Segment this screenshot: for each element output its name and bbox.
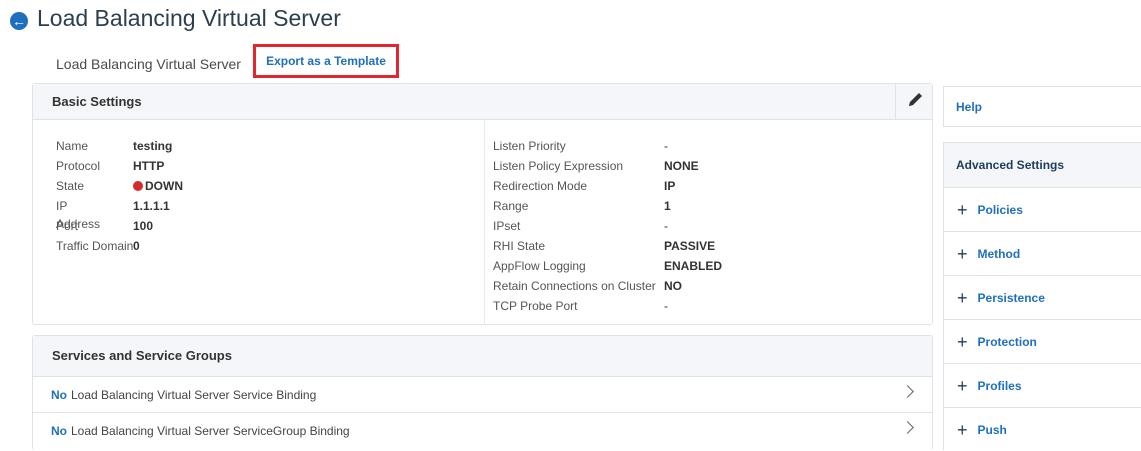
binding-count: No xyxy=(51,424,67,438)
binding-count: No xyxy=(51,388,67,402)
advanced-item-label: Policies xyxy=(977,202,1023,217)
services-header: Services and Service Groups xyxy=(33,336,932,377)
advanced-item-label: Method xyxy=(977,246,1021,261)
chevron-right-icon xyxy=(901,421,914,434)
servicegroup-binding-row[interactable]: No Load Balancing Virtual Server Service… xyxy=(33,412,932,449)
edit-divider xyxy=(895,84,896,119)
kv-value: 0 xyxy=(133,239,140,253)
kv-value: NONE xyxy=(664,159,699,173)
breadcrumb: Load Balancing Virtual Server xyxy=(56,56,241,72)
basic-settings-title: Basic Settings xyxy=(52,94,142,109)
kv-value: ENABLED xyxy=(664,259,723,273)
kv-label: Range xyxy=(493,199,529,213)
advanced-item-label: Persistence xyxy=(977,290,1045,305)
kv-value: PASSIVE xyxy=(664,239,716,253)
kv-label: State xyxy=(56,179,85,193)
kv-label: Port xyxy=(56,219,79,233)
plus-icon: + xyxy=(957,419,968,440)
plus-icon: + xyxy=(957,331,968,352)
chevron-right-icon xyxy=(901,385,914,398)
plus-icon: + xyxy=(957,375,968,396)
kv-value: - xyxy=(664,219,668,233)
advanced-item-label: Protection xyxy=(977,334,1037,349)
advanced-item-protection[interactable]: + Protection xyxy=(943,319,1141,363)
edit-pencil-icon[interactable] xyxy=(905,89,927,111)
plus-icon: + xyxy=(957,287,968,308)
advanced-settings-title: Advanced Settings xyxy=(944,143,1141,187)
kv-label: AppFlow Logging xyxy=(493,259,586,273)
service-binding-row[interactable]: No Load Balancing Virtual Server Service… xyxy=(33,376,932,413)
kv-label: Redirection Mode xyxy=(493,179,588,193)
advanced-item-label: Profiles xyxy=(977,378,1022,393)
advanced-item-policies[interactable]: + Policies xyxy=(943,187,1141,231)
binding-label: Load Balancing Virtual Server Service Bi… xyxy=(71,388,317,402)
status-badge: DOWN xyxy=(145,179,183,193)
kv-label: Retain Connections on Cluster xyxy=(493,279,656,293)
kv-value: HTTP xyxy=(133,159,165,173)
advanced-item-label: Push xyxy=(977,422,1007,437)
kv-label: IPset xyxy=(493,219,521,233)
page-title: Load Balancing Virtual Server xyxy=(37,5,341,31)
kv-value: - xyxy=(664,299,668,313)
kv-value: testing xyxy=(133,139,173,153)
kv-value: IP xyxy=(664,179,676,193)
kv-label: Protocol xyxy=(56,159,101,173)
kv-label: Name xyxy=(56,139,89,153)
kv-label: Listen Priority xyxy=(493,139,566,153)
advanced-item-profiles[interactable]: + Profiles xyxy=(943,363,1141,407)
advanced-item-method[interactable]: + Method xyxy=(943,231,1141,275)
help-panel[interactable]: Help xyxy=(943,86,1141,127)
basic-settings-header: Basic Settings xyxy=(33,84,932,120)
services-title: Services and Service Groups xyxy=(52,348,232,363)
kv-value: NO xyxy=(664,279,682,293)
plus-icon: + xyxy=(957,243,968,264)
kv-label: TCP Probe Port xyxy=(493,299,578,313)
basic-settings-divider xyxy=(484,120,485,325)
binding-label: Load Balancing Virtual Server ServiceGro… xyxy=(71,424,350,438)
kv-value: - xyxy=(664,139,668,153)
status-down-icon xyxy=(133,181,143,191)
help-link[interactable]: Help xyxy=(944,87,1141,126)
kv-value: 1.1.1.1 xyxy=(133,199,170,213)
kv-value: 100 xyxy=(133,219,154,233)
kv-value: 1 xyxy=(664,199,671,213)
kv-label: Listen Policy Expression xyxy=(493,159,624,173)
back-arrow-icon[interactable]: ← xyxy=(10,12,28,30)
export-as-template-link[interactable]: Export as a Template xyxy=(253,44,399,78)
advanced-item-persistence[interactable]: + Persistence xyxy=(943,275,1141,319)
advanced-item-push[interactable]: + Push xyxy=(943,407,1141,451)
kv-label: Traffic Domain xyxy=(56,239,134,253)
kv-label: RHI State xyxy=(493,239,546,253)
plus-icon: + xyxy=(957,199,968,220)
